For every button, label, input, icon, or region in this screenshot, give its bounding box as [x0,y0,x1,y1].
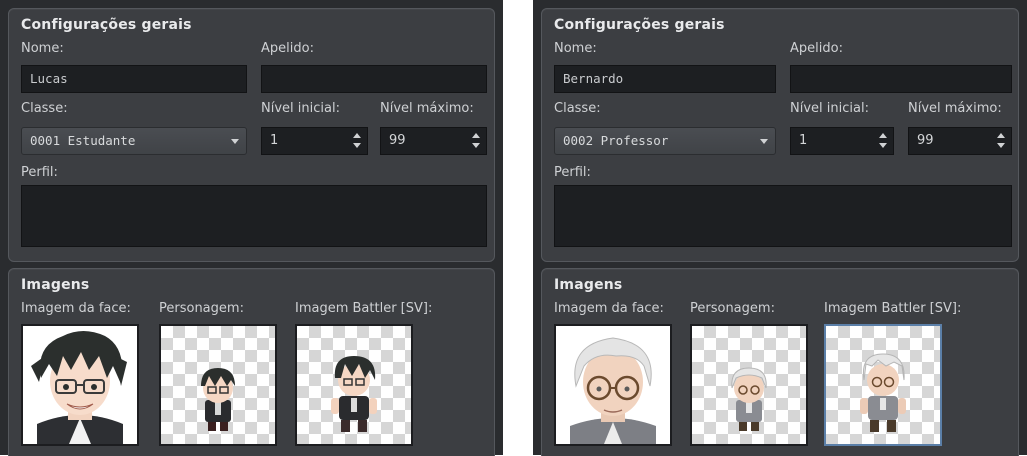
general-settings-group: Configurações gerais Nome: Lucas Apelido… [8,8,495,262]
max-level-value: 99 [389,133,406,148]
nickname-label: Apelido: [790,41,843,56]
actor-panel-bernardo: Configurações gerais Nome: Bernardo Apel… [533,0,1027,456]
name-label: Nome: [21,41,64,56]
profile-label: Perfil: [554,165,591,180]
character-label: Personagem: [159,301,244,316]
battler-image-lucas[interactable] [295,324,413,446]
spin-buttons[interactable] [997,133,1005,149]
nickname-label: Apelido: [261,41,314,56]
class-dropdown[interactable]: 0001 Estudante [21,127,247,155]
images-title: Imagens [21,277,90,293]
initial-level-spinner[interactable]: 1 [790,127,894,155]
max-level-spinner[interactable]: 99 [908,127,1012,155]
initial-level-value: 1 [799,133,808,148]
profile-textarea[interactable] [21,185,487,247]
general-settings-title: Configurações gerais [554,17,725,33]
spin-down-icon[interactable] [879,143,887,148]
class-dropdown-value: 0002 Professor [563,133,669,148]
images-title: Imagens [554,277,623,293]
nickname-field[interactable] [790,65,1012,93]
max-level-spinner[interactable]: 99 [380,127,487,155]
class-label: Classe: [21,101,68,116]
nickname-field[interactable] [261,65,487,93]
images-group: Imagens Imagem da face: Personagem: Imag… [8,268,495,456]
class-label: Classe: [554,101,601,116]
face-image-label: Imagem da face: [554,301,664,316]
name-field[interactable]: Bernardo [554,65,776,93]
face-image-lucas[interactable] [21,324,139,446]
character-sprite-lucas[interactable] [159,324,277,446]
battler-image-bernardo[interactable] [824,324,942,446]
spin-up-icon[interactable] [472,133,480,138]
profile-textarea[interactable] [554,185,1012,247]
character-label: Personagem: [690,301,775,316]
name-label: Nome: [554,41,597,56]
actor-panel-lucas: Configurações gerais Nome: Lucas Apelido… [0,0,503,456]
face-image-label: Imagem da face: [21,301,131,316]
spin-up-icon[interactable] [997,133,1005,138]
spin-down-icon[interactable] [472,143,480,148]
general-settings-group: Configurações gerais Nome: Bernardo Apel… [541,8,1019,262]
max-level-label: Nível máximo: [380,101,474,116]
initial-level-label: Nível inicial: [261,101,340,116]
max-level-label: Nível máximo: [908,101,1002,116]
battler-label: Imagem Battler [SV]: [824,301,962,316]
spin-down-icon[interactable] [353,143,361,148]
initial-level-label: Nível inicial: [790,101,869,116]
spin-buttons[interactable] [879,133,887,149]
max-level-value: 99 [917,133,934,148]
spin-up-icon[interactable] [353,133,361,138]
spin-up-icon[interactable] [879,133,887,138]
battler-label: Imagem Battler [SV]: [295,301,433,316]
character-sprite-bernardo[interactable] [690,324,808,446]
spin-buttons[interactable] [472,133,480,149]
dropdown-arrow-icon [231,139,239,144]
face-image-bernardo[interactable] [554,324,672,446]
class-dropdown-value: 0001 Estudante [30,133,136,148]
name-field[interactable]: Lucas [21,65,247,93]
initial-level-value: 1 [270,133,279,148]
spin-buttons[interactable] [353,133,361,149]
initial-level-spinner[interactable]: 1 [261,127,368,155]
profile-label: Perfil: [21,165,58,180]
class-dropdown[interactable]: 0002 Professor [554,127,776,155]
spin-down-icon[interactable] [997,143,1005,148]
images-group: Imagens Imagem da face: Personagem: Imag… [541,268,1019,456]
general-settings-title: Configurações gerais [21,17,192,33]
dropdown-arrow-icon [760,139,768,144]
